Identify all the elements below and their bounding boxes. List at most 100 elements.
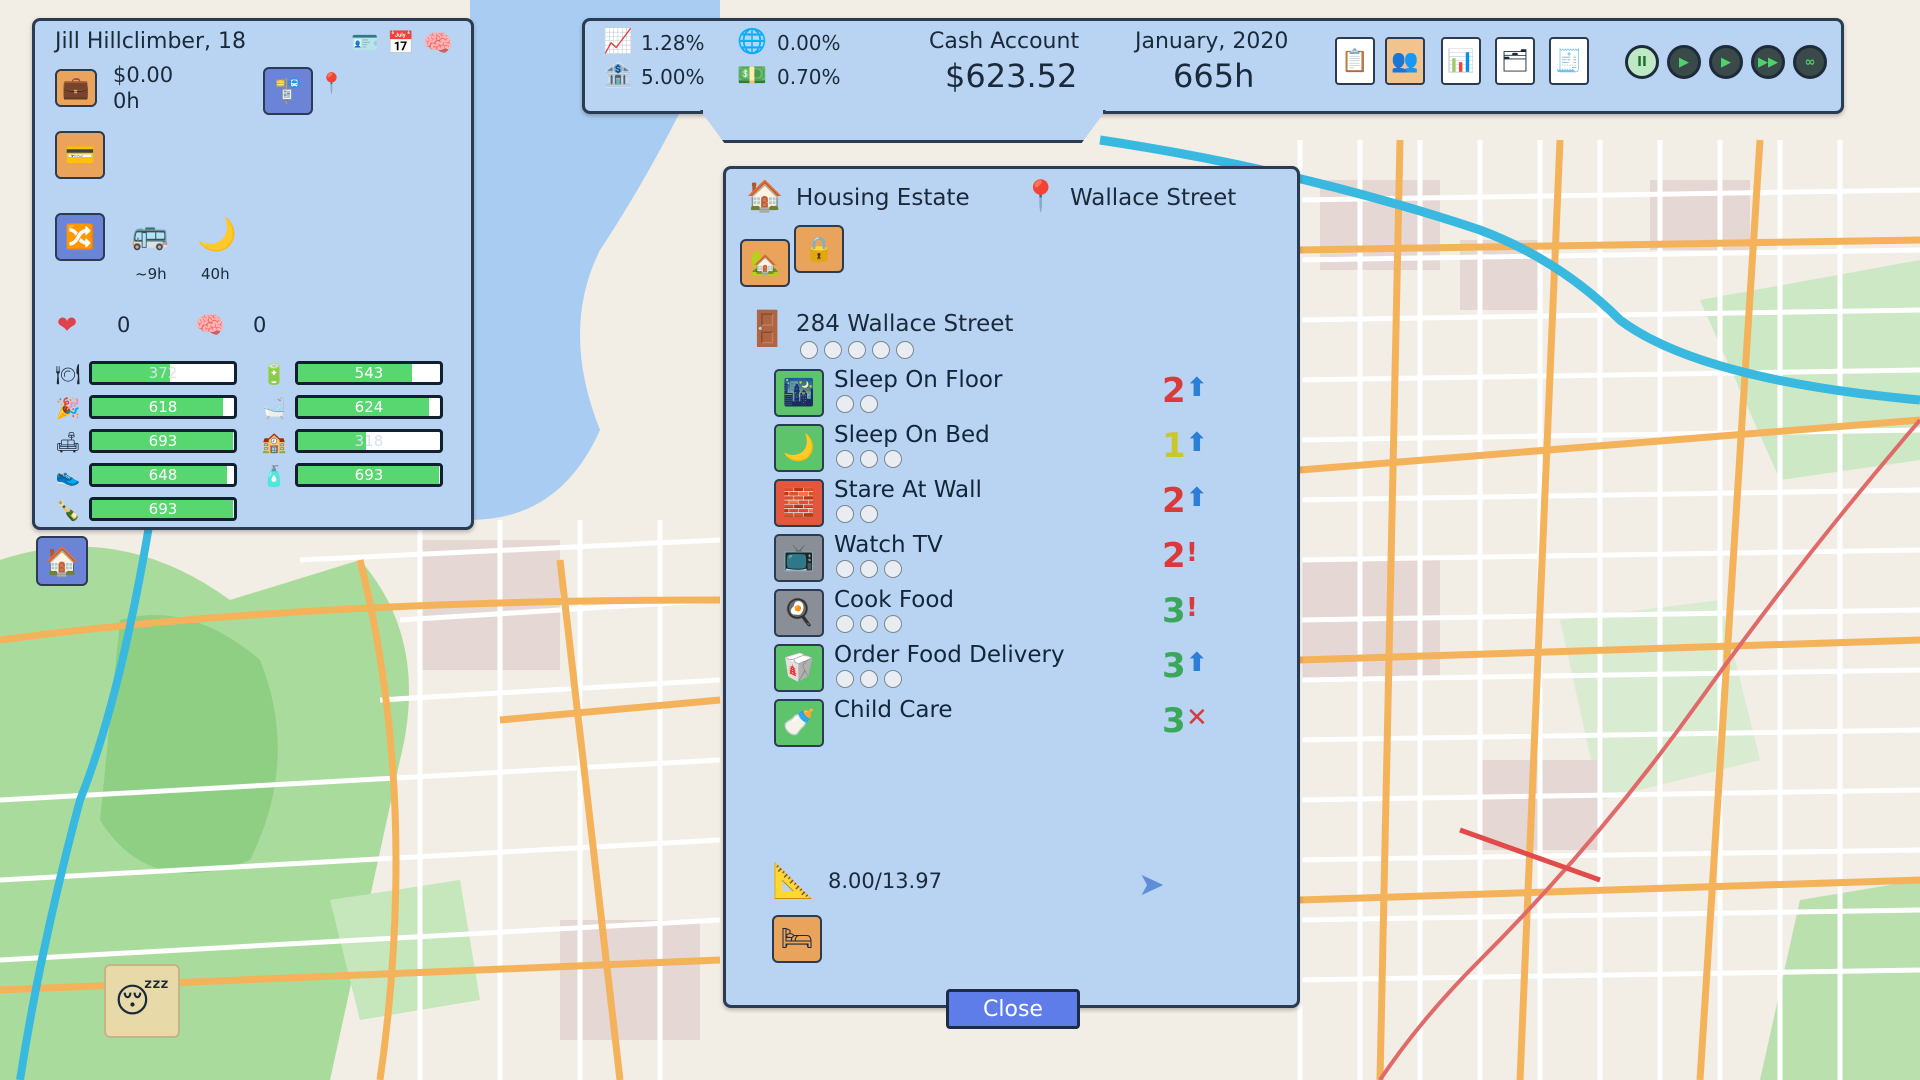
arrow-up-icon: ⬆ bbox=[1186, 648, 1208, 678]
home-shortcut-icon[interactable]: 🏠 bbox=[36, 536, 88, 586]
happiness-brain-icon: 🧠 bbox=[195, 311, 225, 339]
housing-action-row[interactable]: 📺 Watch TV 2! bbox=[774, 532, 1198, 586]
cash-account-label: Cash Account bbox=[929, 29, 1080, 54]
globe-money-icon: 🌐 bbox=[737, 27, 767, 55]
commute-time: ~9h bbox=[135, 265, 167, 283]
door-icon: 🚪 bbox=[746, 309, 789, 349]
social-network-icon[interactable]: 👥 bbox=[1385, 37, 1425, 85]
bank-card-icon[interactable]: 💳 bbox=[55, 131, 105, 179]
stat-value: 648 bbox=[148, 466, 178, 484]
action-hour-cost: 2 bbox=[1162, 371, 1186, 411]
stat-value: 693 bbox=[148, 500, 178, 518]
stock-rate: 1.28% bbox=[641, 31, 705, 55]
global-rate: 0.00% bbox=[777, 31, 841, 55]
social-icon: 🍾 bbox=[55, 498, 81, 522]
housing-action-row[interactable]: 🍳 Cook Food 3! bbox=[774, 587, 1198, 641]
action-requirement-icons bbox=[836, 450, 902, 468]
fast-forward-button[interactable]: ▶▶ bbox=[1751, 45, 1785, 79]
hygiene-icon: 🛁 bbox=[261, 396, 287, 420]
ledger-icon[interactable]: 🧾 bbox=[1549, 37, 1589, 85]
bank-rate: 5.00% bbox=[641, 65, 705, 89]
stat-bar: 693 bbox=[295, 463, 443, 487]
arrow-up-icon: ⬆ bbox=[1186, 373, 1208, 403]
action-hour-cost: 3 bbox=[1162, 591, 1186, 631]
housing-action-row[interactable]: 🌃 Sleep On Floor 2 ⬆ bbox=[774, 367, 1208, 421]
id-card-icon[interactable]: 🪪 bbox=[351, 31, 378, 56]
cooking-pot-icon: 🍳 bbox=[774, 589, 824, 637]
play-slow-button[interactable]: ▶ bbox=[1667, 45, 1701, 79]
requirement-icon bbox=[836, 560, 854, 578]
action-requirement-icons bbox=[836, 670, 902, 688]
stock-market-icon[interactable]: 📊 bbox=[1441, 37, 1481, 85]
sleep-bed-icon: 🌙 bbox=[774, 424, 824, 472]
stat-bar: 693 bbox=[89, 497, 237, 521]
job-pay: $0.00 bbox=[113, 63, 174, 87]
requirement-icon bbox=[860, 560, 878, 578]
sleep-floor-icon: 🌃 bbox=[774, 369, 824, 417]
action-hour-cost: 3 bbox=[1162, 701, 1186, 741]
requirement-icon bbox=[884, 450, 902, 468]
decision-tree-icon[interactable]: 🔀 bbox=[55, 213, 105, 261]
stat-bar: 693 bbox=[89, 429, 237, 453]
bank-icon: 🏦 bbox=[603, 61, 633, 89]
action-hour-cost: 3 bbox=[1162, 646, 1186, 686]
action-requirement-icons bbox=[836, 615, 902, 633]
fitness-icon: 👟 bbox=[55, 464, 81, 488]
action-label: Stare At Wall bbox=[834, 477, 982, 503]
bus-stop-icon[interactable]: 🚏 bbox=[263, 67, 313, 115]
pause-button[interactable]: II bbox=[1625, 45, 1659, 79]
requirement-icon bbox=[884, 560, 902, 578]
max-speed-button[interactable]: ∞ bbox=[1793, 45, 1827, 79]
stat-bar: 624 bbox=[295, 395, 443, 419]
housing-action-row[interactable]: 🌙 Sleep On Bed 1 ⬆ bbox=[774, 422, 1208, 476]
unavailable-x-icon: ✕ bbox=[1186, 703, 1208, 733]
housing-action-row[interactable]: 🧱 Stare At Wall 2 ⬆ bbox=[774, 477, 1208, 531]
housing-address: 284 Wallace Street bbox=[796, 311, 1014, 337]
play-button[interactable]: ▶ bbox=[1709, 45, 1743, 79]
stat-value: 693 bbox=[148, 432, 178, 450]
requirement-icon bbox=[860, 395, 878, 413]
health-value: 0 bbox=[117, 313, 131, 337]
briefcase-icon[interactable]: 💼 bbox=[55, 69, 97, 107]
total-hours: 665h bbox=[1173, 57, 1255, 95]
action-hour-cost: 2 bbox=[1162, 536, 1186, 576]
action-requirement-icons bbox=[836, 505, 878, 523]
stat-value: 372 bbox=[148, 364, 178, 382]
character-avatar[interactable]: 😴 bbox=[104, 964, 180, 1038]
stat-bar: 648 bbox=[89, 463, 237, 487]
checklist-icon[interactable]: 📋 bbox=[1335, 37, 1375, 85]
character-name: Jill Hillclimber, 18 bbox=[55, 29, 246, 54]
job-hours: 0h bbox=[113, 89, 140, 113]
action-label: Child Care bbox=[834, 697, 953, 723]
housing-street: Wallace Street bbox=[1070, 185, 1237, 211]
locked-house-icon[interactable]: 🔒 bbox=[794, 225, 844, 273]
food-icon: 🍽 bbox=[55, 362, 81, 386]
top-status-bar: 📈 1.28% 🏦 5.00% 🌐 0.00% 💵 0.70% Cash Acc… bbox=[582, 18, 1844, 114]
fun-icon: 🎉 bbox=[55, 396, 81, 420]
location-pin-icon[interactable]: 📍 bbox=[319, 71, 344, 95]
warning-mark-icon: ! bbox=[1186, 593, 1198, 623]
brick-wall-icon: 🧱 bbox=[774, 479, 824, 527]
cash-stack-icon: 💵 bbox=[737, 61, 767, 89]
current-date: January, 2020 bbox=[1135, 29, 1289, 54]
housing-action-row[interactable]: 🍼 Child Care 3 ✕ bbox=[774, 697, 1208, 751]
bed-icon[interactable]: 🛏 bbox=[772, 915, 822, 963]
requirement-icon bbox=[860, 670, 878, 688]
family-icon: 🏫 bbox=[261, 430, 287, 454]
housing-action-row[interactable]: 🥡 Order Food Delivery 3 ⬆ bbox=[774, 642, 1208, 696]
action-requirement-icons bbox=[836, 395, 878, 413]
requirement-icon bbox=[860, 450, 878, 468]
health-heart-icon: ❤ bbox=[57, 311, 78, 339]
floor-plan-icon: 📐 bbox=[772, 861, 815, 901]
calendar-icon[interactable]: 📅 bbox=[387, 31, 414, 56]
baby-bottle-icon: 🍼 bbox=[774, 699, 824, 747]
stat-value: 543 bbox=[354, 364, 384, 382]
close-button[interactable]: Close bbox=[946, 989, 1080, 1029]
action-label: Sleep On Bed bbox=[834, 422, 990, 448]
finance-report-icon[interactable]: 🗂 bbox=[1495, 37, 1535, 85]
brain-icon[interactable]: 🧠 bbox=[423, 29, 453, 57]
home-sign-icon[interactable]: 🏡 bbox=[740, 239, 790, 287]
action-label: Cook Food bbox=[834, 587, 954, 613]
comfort-icon: 🛋 bbox=[55, 430, 81, 454]
requirement-icon bbox=[884, 615, 902, 633]
